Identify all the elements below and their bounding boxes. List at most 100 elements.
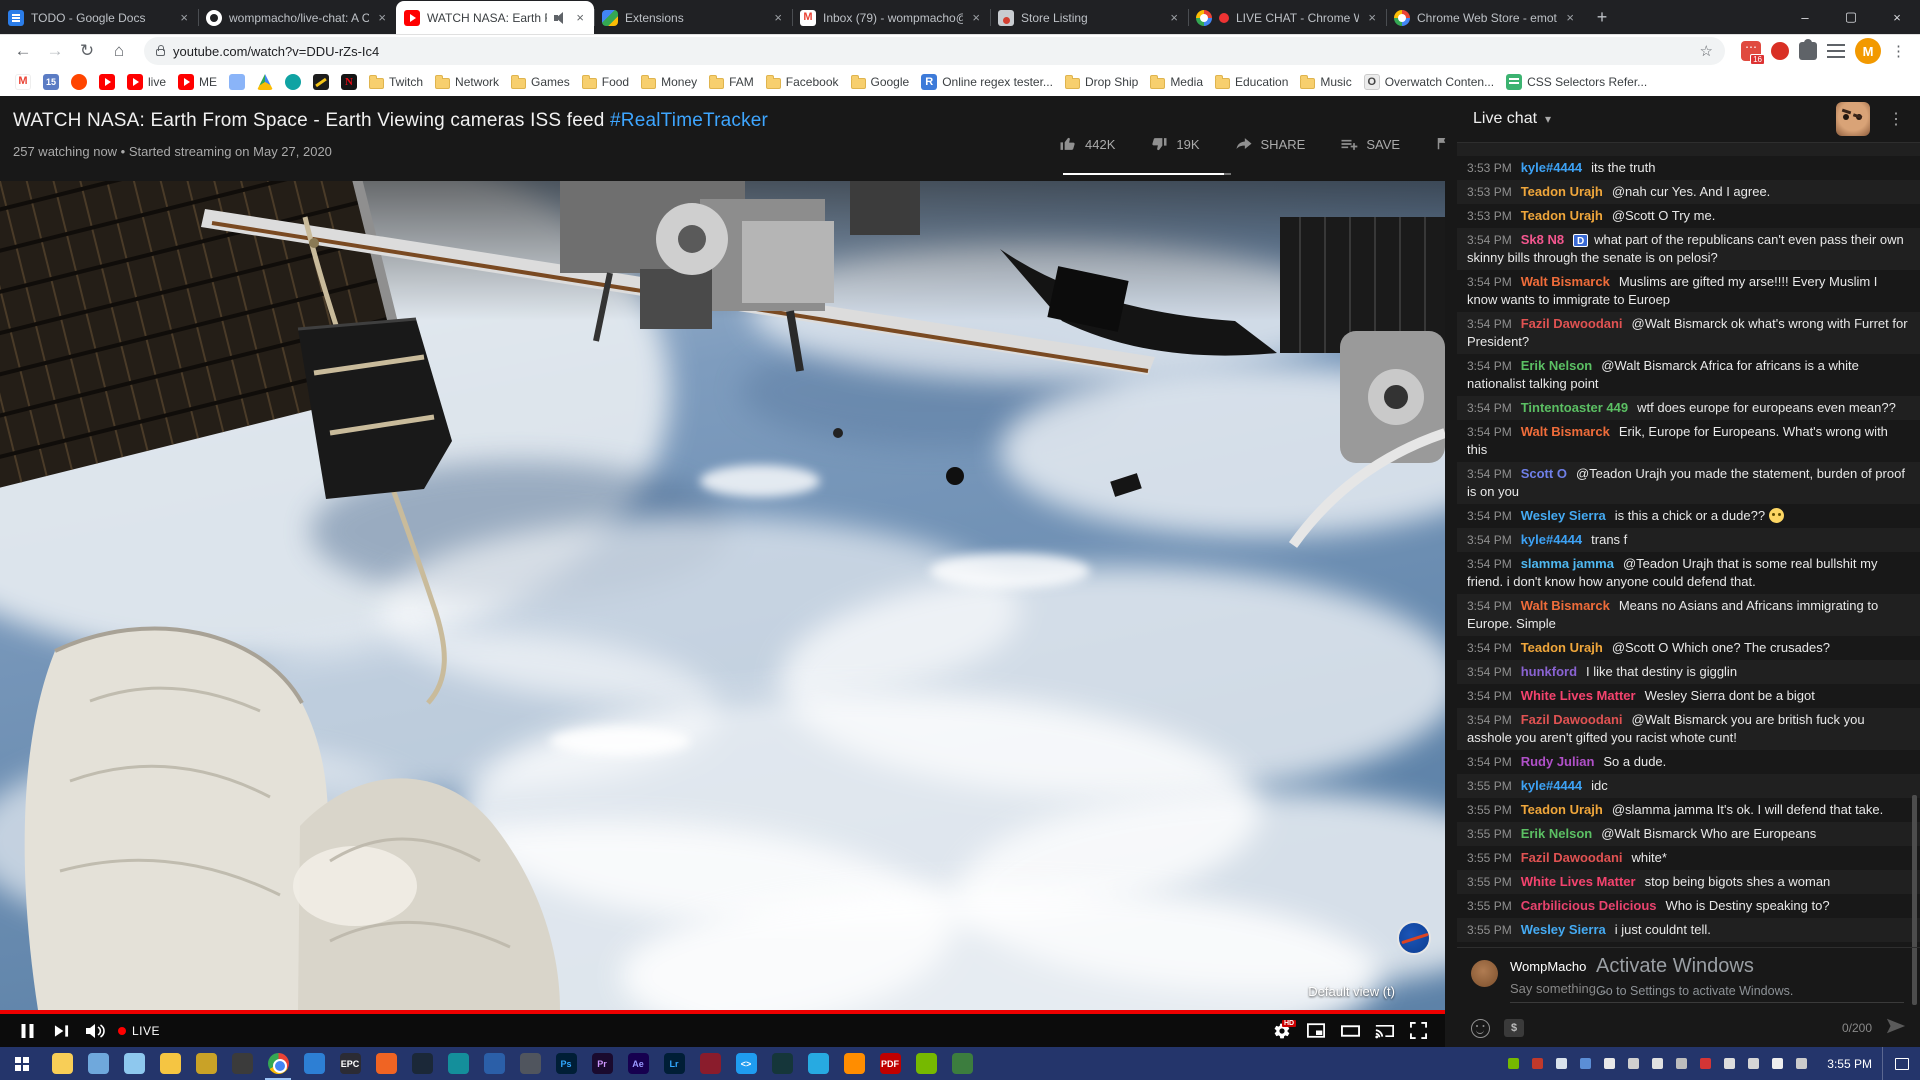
taskbar-after-effects-icon[interactable]: Ae [620, 1047, 656, 1080]
tray-droplet-icon[interactable] [1554, 1056, 1569, 1071]
volume-button[interactable] [78, 1017, 112, 1045]
new-tab-button[interactable]: + [1588, 3, 1616, 31]
message-author[interactable]: Carbilicious Delicious [1521, 898, 1657, 913]
chat-text-input[interactable]: Say something... [1510, 981, 1904, 1003]
tab-2[interactable]: WATCH NASA: Earth Fro× [396, 1, 594, 34]
bookmark-twitch[interactable]: Twitch [364, 72, 428, 92]
minimize-button[interactable]: – [1782, 0, 1828, 34]
home-button[interactable]: ⌂ [106, 38, 132, 64]
taskbar-chrome-icon[interactable] [260, 1047, 296, 1080]
chat-message[interactable]: 3:54 PMScott O@Teadon Urajh you made the… [1457, 462, 1920, 504]
bookmark-7[interactable] [252, 71, 278, 93]
taskbar-app-blue-tools-icon[interactable] [296, 1047, 332, 1080]
taskbar-app-dark-circle-icon[interactable] [224, 1047, 260, 1080]
taskbar-app-blue-doc-icon[interactable] [476, 1047, 512, 1080]
message-author[interactable]: Erik Nelson [1521, 826, 1593, 841]
message-author[interactable]: Walt Bismarck [1521, 274, 1610, 289]
message-author[interactable]: Walt Bismarck [1521, 424, 1610, 439]
bookmark-games[interactable]: Games [506, 72, 575, 92]
chat-message[interactable]: 3:54 PMFazil Dawoodani@Walt Bismarck ok … [1457, 312, 1920, 354]
tab-4[interactable]: Inbox (79) - wompmacho@× [792, 1, 990, 34]
taskbar-app-red-audio-icon[interactable] [692, 1047, 728, 1080]
taskbar-app-photos-icon[interactable] [116, 1047, 152, 1080]
bookmark-education[interactable]: Education [1210, 72, 1293, 92]
tab-0[interactable]: TODO - Google Docs× [0, 1, 198, 34]
tab-close-icon[interactable]: × [178, 10, 190, 25]
tab-7[interactable]: Chrome Web Store - emote× [1386, 1, 1584, 34]
bookmark-fam[interactable]: FAM [704, 72, 759, 92]
bookmark-facebook[interactable]: Facebook [761, 72, 844, 92]
message-author[interactable]: Rudy Julian [1521, 754, 1595, 769]
message-author[interactable]: Wesley Sierra [1521, 922, 1606, 937]
taskbar-lightroom-icon[interactable]: Lr [656, 1047, 692, 1080]
chat-message[interactable]: 3:54 PMWalt BismarckMuslims are gifted m… [1457, 270, 1920, 312]
message-author[interactable]: Tintentoaster 449 [1521, 400, 1628, 415]
tab-close-icon[interactable]: × [772, 10, 784, 25]
message-author[interactable]: White Lives Matter [1521, 874, 1636, 889]
chat-message[interactable]: 3:54 PMSk8 N8Dwhat part of the republica… [1457, 228, 1920, 270]
taskbar-app-gold-icon[interactable] [188, 1047, 224, 1080]
tab-close-icon[interactable]: × [574, 10, 586, 25]
tab-close-icon[interactable]: × [376, 10, 388, 25]
taskbar-app-obs-icon[interactable]: EPC [332, 1047, 368, 1080]
message-author[interactable]: Walt Bismarck [1521, 598, 1610, 613]
bookmark-google[interactable]: Google [846, 72, 915, 92]
bookmark-0[interactable] [10, 71, 36, 93]
chat-message[interactable]: 3:54 PMWalt BismarckMeans no Asians and … [1457, 594, 1920, 636]
profile-avatar[interactable]: M [1855, 38, 1881, 64]
chat-message[interactable]: 3:54 PMFazil Dawoodani@Walt Bismarck you… [1457, 708, 1920, 750]
taskbar-photoshop-icon[interactable]: Ps [548, 1047, 584, 1080]
chat-message[interactable]: 3:55 PMCarbilicious DeliciousWho is Dest… [1457, 894, 1920, 918]
tray-circle-icon[interactable] [1650, 1056, 1665, 1071]
emoji-button[interactable] [1471, 1019, 1490, 1038]
tab-5[interactable]: Store Listing× [990, 1, 1188, 34]
message-author[interactable]: White Lives Matter [1521, 688, 1636, 703]
chat-menu-icon[interactable]: ⋮ [1878, 109, 1904, 129]
message-author[interactable]: Fazil Dawoodani [1521, 850, 1623, 865]
tray-mic-icon[interactable] [1602, 1056, 1617, 1071]
tray-red-app-icon[interactable] [1530, 1056, 1545, 1071]
bookmark-money[interactable]: Money [636, 72, 702, 92]
miniplayer-button[interactable] [1299, 1017, 1333, 1045]
taskbar-app-shield-icon[interactable] [512, 1047, 548, 1080]
taskbar-app-media-blue-icon[interactable] [800, 1047, 836, 1080]
message-author[interactable]: Teadon Urajh [1521, 184, 1603, 199]
bookmark-me[interactable]: ME [173, 71, 222, 93]
bookmark-media[interactable]: Media [1145, 72, 1208, 92]
chat-message[interactable]: 3:53 PMTeadon Urajh@nah cur Yes. And I a… [1457, 180, 1920, 204]
taskbar-app-orange-icon[interactable] [368, 1047, 404, 1080]
taskbar-app-teal-icon[interactable] [440, 1047, 476, 1080]
bookmark-8[interactable] [280, 71, 306, 93]
back-button[interactable]: ← [10, 38, 36, 64]
bookmark-css-selectors-refer[interactable]: CSS Selectors Refer... [1501, 71, 1652, 93]
bookmark-overwatch-conten[interactable]: Overwatch Conten... [1359, 71, 1499, 93]
next-button[interactable] [44, 1017, 78, 1045]
send-button[interactable] [1886, 1017, 1906, 1040]
chat-message[interactable]: 3:54 PMhunkfordI like that destiny is gi… [1457, 660, 1920, 684]
chat-message[interactable]: 3:54 PMTintentoaster 449wtf does europe … [1457, 396, 1920, 420]
message-author[interactable]: Scott O [1521, 466, 1567, 481]
chat-message[interactable]: 3:54 PMWesley Sierrais this a chick or a… [1457, 504, 1920, 528]
hashtag-link[interactable]: #RealTimeTracker [610, 110, 768, 131]
tab-3[interactable]: Extensions× [594, 1, 792, 34]
bookmark-3[interactable] [94, 71, 120, 93]
browser-menu-icon[interactable]: ⋮ [1887, 42, 1910, 60]
chat-message[interactable]: 3:55 PMWhite Lives Matterstop being bigo… [1457, 870, 1920, 894]
share-button[interactable]: SHARE [1234, 134, 1306, 154]
tray-nvidia-icon[interactable] [1506, 1056, 1521, 1071]
taskbar-nvidia-icon[interactable] [908, 1047, 944, 1080]
fullscreen-button[interactable] [1401, 1017, 1435, 1045]
pause-button[interactable] [10, 1017, 44, 1045]
cast-button[interactable] [1367, 1017, 1401, 1045]
taskbar-app-green-adobe-icon[interactable] [944, 1047, 980, 1080]
message-author[interactable]: Erik Nelson [1521, 358, 1593, 373]
bookmark-9[interactable] [308, 71, 334, 93]
chat-message[interactable]: 3:53 PMkyle#4444its the truth [1457, 156, 1920, 180]
message-author[interactable]: slamma jamma [1521, 556, 1614, 571]
dislike-button[interactable]: 19K [1149, 134, 1199, 154]
tab-close-icon[interactable]: × [1168, 10, 1180, 25]
chevron-down-icon[interactable]: ▾ [1545, 112, 1551, 126]
tab-1[interactable]: wompmacho/live-chat: A C× [198, 1, 396, 34]
message-author[interactable]: hunkford [1521, 664, 1577, 679]
tab-close-icon[interactable]: × [970, 10, 982, 25]
